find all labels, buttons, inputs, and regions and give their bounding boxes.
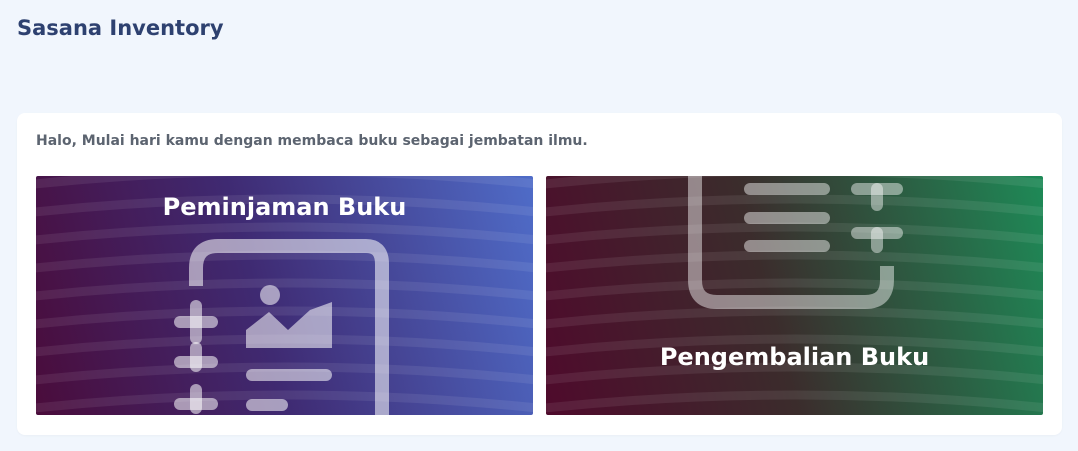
document-image-icon [174,239,389,415]
greeting-text: Halo, Mulai hari kamu dengan membaca buk… [36,133,588,149]
peminjaman-buku-title: Peminjaman Buku [162,193,407,221]
main-panel: Halo, Mulai hari kamu dengan membaca buk… [17,113,1062,435]
pengembalian-buku-card[interactable]: Pengembalian Buku [546,176,1043,415]
pengembalian-buku-title: Pengembalian Buku [659,343,930,371]
document-list-icon [688,176,903,309]
peminjaman-buku-card[interactable]: Peminjaman Buku [36,176,533,415]
page-title: Sasana Inventory [17,16,224,40]
